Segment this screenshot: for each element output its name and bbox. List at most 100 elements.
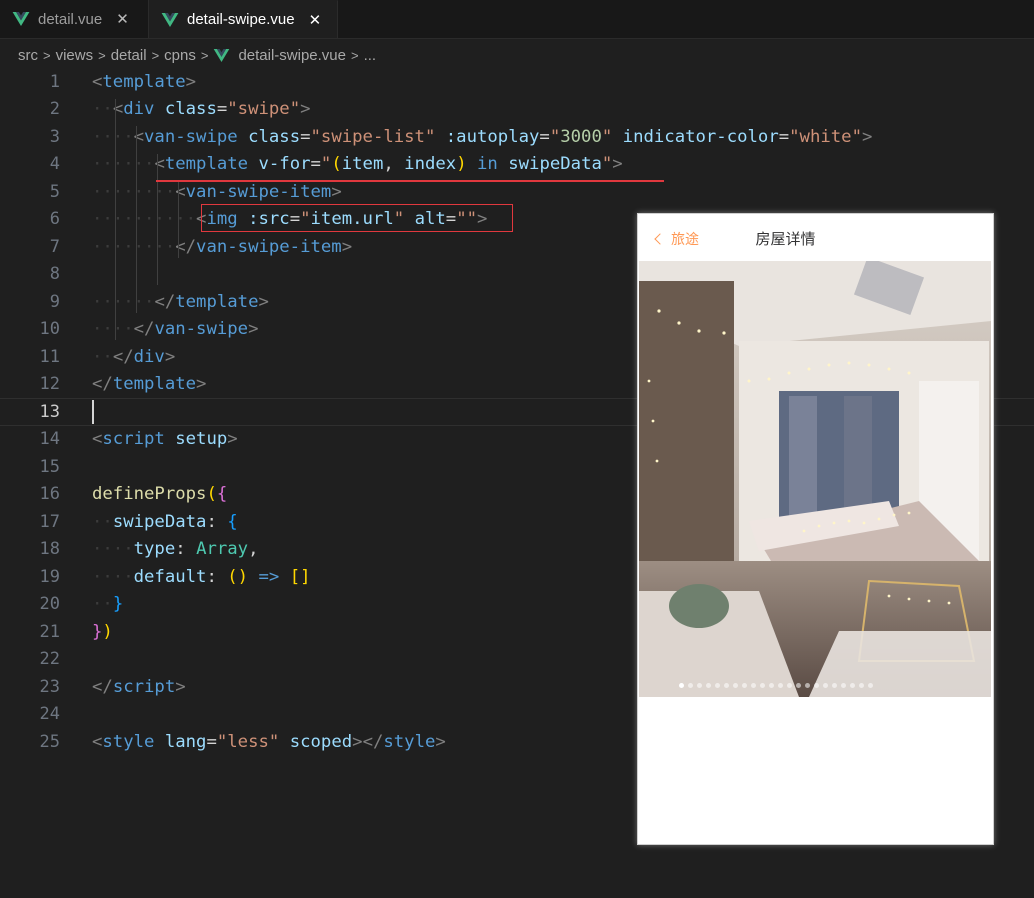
indicator-dot[interactable] (859, 683, 864, 688)
code-token: :autoplay (445, 126, 540, 147)
line-number: 3 (49, 126, 60, 147)
code-token: "white" (789, 126, 862, 147)
code-token: < (92, 71, 103, 92)
code-token: = (778, 126, 790, 147)
code-token: </ (133, 319, 155, 340)
line-number: 24 (39, 704, 60, 725)
code-text: ··</div> (92, 347, 175, 367)
indicator-dot[interactable] (697, 683, 702, 688)
indicator-dot[interactable] (760, 683, 765, 688)
breadcrumb-item[interactable]: views (56, 47, 94, 64)
indicator-dot[interactable] (742, 683, 747, 688)
annotation-underline (156, 180, 664, 182)
code-text: ··<div class="swipe"> (92, 99, 311, 119)
code-token: { (227, 511, 238, 532)
indicator-dot[interactable] (796, 683, 801, 688)
code-token: template (175, 291, 259, 312)
indicator-dot[interactable] (733, 683, 738, 688)
code-line[interactable]: 3 ····<van-swipe class="swipe-list" :auto… (0, 123, 1034, 151)
indicator-dot[interactable] (823, 683, 828, 688)
code-token: > (435, 731, 446, 752)
code-token: swipeData (112, 511, 207, 532)
indicator-dot[interactable] (724, 683, 729, 688)
code-token: ( (331, 154, 342, 175)
code-text: ········<van-swipe-item> (92, 182, 342, 202)
code-token: ( (206, 484, 217, 505)
indicator-dot[interactable] (769, 683, 774, 688)
nav-bar: 旅途 房屋详情 (638, 214, 993, 260)
breadcrumb-item[interactable]: detail (111, 47, 147, 64)
indicator-dot[interactable] (715, 683, 720, 688)
code-token: > (300, 99, 311, 120)
close-icon[interactable]: ✕ (309, 11, 322, 29)
indent-guide (136, 126, 138, 313)
indicator-dot[interactable] (805, 683, 810, 688)
code-token: class (248, 126, 301, 147)
code-text: ········</van-swipe-item> (92, 237, 352, 257)
line-number: 20 (39, 594, 60, 615)
indent-guide-dots: ···· (92, 539, 134, 560)
code-token: : (175, 539, 197, 560)
indicator-dot[interactable] (751, 683, 756, 688)
chevron-right-icon: > (351, 47, 359, 63)
vue-file-icon (214, 48, 230, 62)
line-number: 1 (49, 71, 60, 92)
swipe-carousel[interactable] (639, 261, 991, 697)
editor-tab-bar: detail.vue ✕ detail-swipe.vue ✕ (0, 0, 1034, 39)
code-token: < (92, 731, 103, 752)
code-line[interactable]: 5 ········<van-swipe-item> (0, 178, 1034, 206)
line-number: 2 (49, 99, 60, 120)
indicator-dot[interactable] (787, 683, 792, 688)
line-number: 7 (49, 236, 60, 257)
code-line[interactable]: 1 <template> (0, 68, 1034, 96)
code-text: ····</van-swipe> (92, 319, 258, 339)
line-number: 25 (39, 731, 60, 752)
breadcrumb-item[interactable]: detail-swipe.vue (238, 47, 346, 64)
line-number: 17 (39, 511, 60, 532)
code-token: template (112, 374, 197, 395)
code-token: > (248, 319, 259, 340)
code-token: "swipe-list" (310, 126, 436, 147)
code-line[interactable]: 4 ······<template v-for="(item, index) in… (0, 151, 1034, 179)
indicator-dot[interactable] (868, 683, 873, 688)
code-token: : (206, 566, 228, 587)
code-token: defineProps (92, 484, 207, 505)
code-token: </ (92, 374, 113, 395)
code-text: ····type: Array, (92, 539, 259, 559)
indicator-dot[interactable] (832, 683, 837, 688)
code-text: }) (92, 622, 113, 642)
code-line[interactable]: 2 ··<div class="swipe"> (0, 96, 1034, 124)
swipe-indicators[interactable] (679, 683, 873, 688)
indicator-dot[interactable] (688, 683, 693, 688)
line-number: 12 (39, 374, 60, 395)
indicator-dot[interactable] (814, 683, 819, 688)
code-text: ······<template v-for="(item, index) in … (92, 154, 623, 174)
line-number: 6 (49, 209, 60, 230)
code-token: > (862, 126, 873, 147)
tab-detail-vue[interactable]: detail.vue ✕ (0, 0, 149, 38)
code-token: => (258, 566, 280, 587)
code-text: </script> (92, 677, 186, 697)
line-number: 21 (39, 621, 60, 642)
line-number: 5 (49, 181, 60, 202)
annotation-box (201, 204, 513, 232)
code-text: ··} (92, 594, 123, 614)
code-token: van-swipe-item (185, 181, 332, 202)
indicator-dot[interactable] (841, 683, 846, 688)
indicator-dot[interactable] (706, 683, 711, 688)
close-icon[interactable]: ✕ (116, 10, 129, 28)
indicator-dot[interactable] (778, 683, 783, 688)
code-token: style (102, 731, 155, 752)
breadcrumb-item[interactable]: ... (364, 47, 377, 64)
tab-detail-swipe-vue[interactable]: detail-swipe.vue ✕ (149, 0, 338, 38)
code-token: > (258, 291, 269, 312)
code-token: " (601, 126, 613, 147)
code-token: > (185, 71, 197, 92)
indicator-dot[interactable] (850, 683, 855, 688)
indicator-dot[interactable] (679, 683, 684, 688)
breadcrumb-item[interactable]: cpns (164, 47, 196, 64)
breadcrumb-item[interactable]: src (18, 47, 38, 64)
